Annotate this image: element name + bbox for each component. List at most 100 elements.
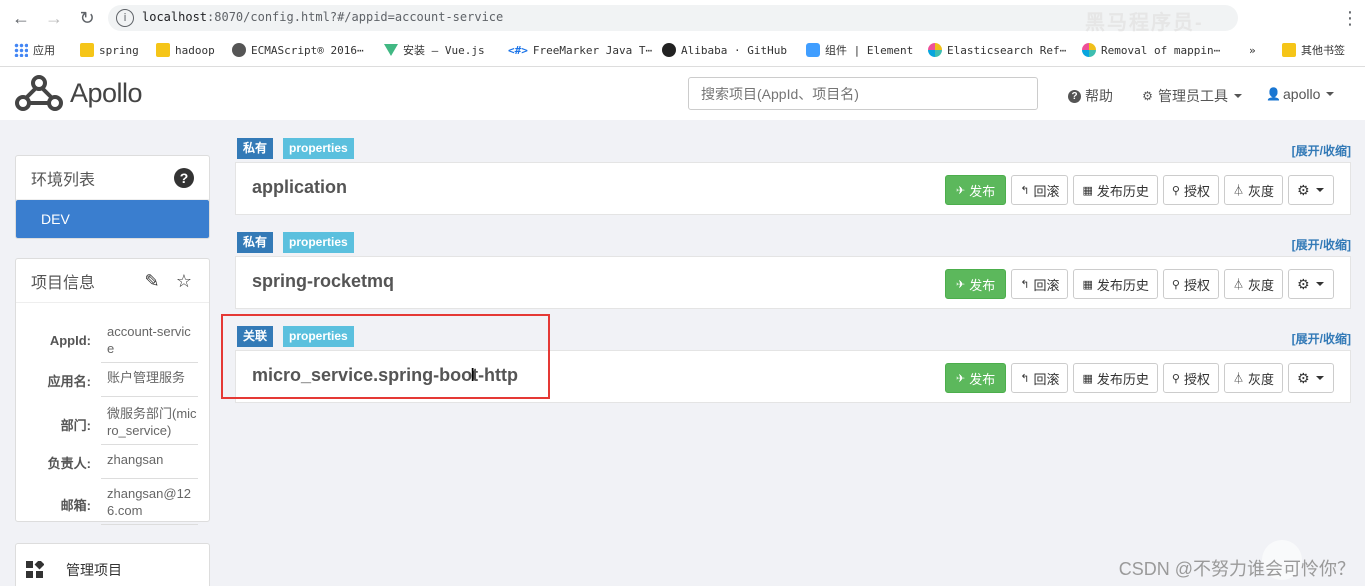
rollback-button[interactable]: ↰ 回滚 (1011, 175, 1069, 205)
gear-icon: ⚙ (1297, 369, 1310, 386)
calendar-icon: ▦ (1082, 184, 1093, 197)
app-header: Apollo ? 帮助 ⚙ 管理员工具 👤 apollo (0, 67, 1365, 120)
logo-text: Apollo (70, 77, 143, 108)
namespace-actions: ✈ 发布 ↰ 回滚 ▦ 发布历史 ⚲ 授权 ⏃ 灰度 ⚙ (945, 269, 1334, 299)
bookmark-spring[interactable]: spring (80, 42, 139, 58)
bookmark-freemarker[interactable]: <#> FreeMarker Java T⋯ (508, 42, 652, 58)
manage-project-label: 管理项目 (66, 562, 122, 578)
apps-icon (26, 561, 44, 578)
search-input[interactable] (688, 77, 1038, 110)
authorize-button[interactable]: ⚲ 授权 (1162, 269, 1219, 299)
bookmark-element[interactable]: 组件 | Element (806, 42, 913, 58)
project-info-panel: 项目信息 ✎ ☆ AppId: account-service 应用名: 账户管… (15, 258, 210, 525)
history-button[interactable]: ▦ 发布历史 (1073, 269, 1158, 299)
send-icon: ✈ (956, 184, 966, 197)
user-dropdown[interactable]: 👤 apollo (1266, 86, 1335, 102)
top-watermark: 黑马程序员- (1085, 12, 1204, 34)
apollo-logo-icon (15, 75, 63, 111)
highlight-box (221, 314, 550, 399)
settings-dropdown[interactable]: ⚙ (1288, 269, 1334, 299)
history-button[interactable]: ▦ 发布历史 (1073, 363, 1158, 393)
rollback-button[interactable]: ↰ 回滚 (1011, 269, 1069, 299)
env-list-title: 环境列表 ? (16, 156, 209, 200)
caret-down-icon (1315, 188, 1324, 192)
bookmark-hadoop[interactable]: hadoop (156, 42, 215, 58)
expand-collapse-link[interactable]: [展开/收缩] (1292, 330, 1351, 347)
flask-icon: ⏃ (1232, 279, 1244, 291)
publish-button[interactable]: ✈ 发布 (945, 175, 1007, 205)
bookmark-elasticsearch[interactable]: Elasticsearch Ref⋯ (928, 42, 1066, 58)
user-icon: ⚲ (1171, 372, 1180, 385)
authorize-button[interactable]: ⚲ 授权 (1162, 175, 1219, 205)
namespace-panel: 私有 properties [展开/收缩] application ✈ 发布 ↰ 回… (235, 138, 1351, 216)
send-icon: ✈ (956, 372, 966, 385)
namespace-name: application (252, 177, 348, 197)
url-text[interactable]: localhost:8070/config.html?#/appid=accou… (142, 10, 503, 24)
star-icon[interactable]: ☆ (174, 271, 194, 291)
forward-icon[interactable]: → (42, 6, 66, 30)
namespace-name: spring-rocketmq (252, 271, 395, 291)
github-icon (662, 43, 676, 57)
rollback-icon: ↰ (1020, 184, 1030, 197)
admin-tools-dropdown[interactable]: ⚙ 管理员工具 (1141, 86, 1242, 106)
project-info-title: 项目信息 ✎ ☆ (16, 259, 209, 303)
namespace-panel: 私有 properties [展开/收缩] spring-rocketmq ✈ 发… (235, 232, 1351, 310)
history-button[interactable]: ▦ 发布历史 (1073, 175, 1158, 205)
calendar-icon: ▦ (1082, 278, 1093, 291)
edit-icon[interactable]: ✎ (142, 271, 162, 291)
bookmark-overflow[interactable]: » (1249, 42, 1256, 58)
bookmark-github[interactable]: Alibaba · GitHub (662, 42, 787, 58)
elasticsearch-icon (1082, 43, 1096, 57)
user-icon: 👤 (1266, 86, 1281, 101)
caret-down-icon (1234, 94, 1242, 98)
bookmark-removal[interactable]: Removal of mappin⋯ (1082, 42, 1220, 58)
authorize-button[interactable]: ⚲ 授权 (1162, 363, 1219, 393)
caret-down-icon (1326, 92, 1335, 96)
grid-icon (14, 43, 28, 57)
expand-collapse-link[interactable]: [展开/收缩] (1292, 236, 1351, 253)
gray-button[interactable]: ⏃ 灰度 (1223, 269, 1283, 299)
publish-button[interactable]: ✈ 发布 (945, 363, 1007, 393)
rollback-icon: ↰ (1020, 372, 1030, 385)
help-link[interactable]: ? 帮助 (1068, 86, 1113, 106)
info-row-dept: 部门: 微服务部门(micro_service) (16, 403, 209, 445)
gray-button[interactable]: ⏃ 灰度 (1223, 363, 1283, 393)
bookmark-vue[interactable]: 安装 — Vue.js (384, 42, 485, 58)
browser-chrome: ← → ↻ i localhost:8070/config.html?#/app… (0, 0, 1365, 67)
info-row-email: 邮箱: zhangsan@126.com (16, 483, 209, 525)
format-tag: properties (283, 138, 354, 159)
user-icon: ⚲ (1171, 278, 1180, 291)
gear-icon: ⚙ (1297, 275, 1310, 292)
globe-icon (232, 43, 246, 57)
scope-tag: 私有 (237, 232, 274, 253)
csdn-watermark: CSDN @不努力谁会可怜你？ (1118, 559, 1355, 579)
info-row-owner: 负责人: zhangsan (16, 449, 209, 479)
bookmark-apps[interactable]: 应用 (14, 42, 55, 58)
namespace-body: spring-rocketmq ✈ 发布 ↰ 回滚 ▦ 发布历史 ⚲ 授权 ⏃ 灰度 ⚙ (235, 256, 1351, 309)
question-icon[interactable]: ? (174, 168, 194, 188)
caret-down-icon (1315, 376, 1324, 380)
bookmark-ecmascript[interactable]: ECMAScript® 2016⋯ (232, 42, 364, 58)
site-info-icon[interactable]: i (116, 9, 134, 27)
bookmark-other[interactable]: 其他书签 (1282, 42, 1345, 58)
publish-button[interactable]: ✈ 发布 (945, 269, 1007, 299)
apollo-logo[interactable]: Apollo (14, 71, 143, 115)
calendar-icon: ▦ (1082, 372, 1093, 385)
gray-button[interactable]: ⏃ 灰度 (1223, 175, 1283, 205)
rollback-button[interactable]: ↰ 回滚 (1011, 363, 1069, 393)
expand-collapse-link[interactable]: [展开/收缩] (1292, 142, 1351, 159)
settings-dropdown[interactable]: ⚙ (1288, 175, 1334, 205)
settings-dropdown[interactable]: ⚙ (1288, 363, 1334, 393)
bookmarks-bar: 应用 spring hadoop ECMAScript® 2016⋯ 安装 — … (0, 36, 1365, 64)
text-cursor-icon: I (470, 365, 476, 386)
flask-icon: ⏃ (1232, 373, 1244, 385)
reload-icon[interactable]: ↻ (75, 6, 99, 30)
elasticsearch-icon (928, 43, 942, 57)
manage-project-panel[interactable]: 管理项目 (15, 543, 210, 586)
folder-icon (1282, 43, 1296, 57)
namespace-body: application ✈ 发布 ↰ 回滚 ▦ 发布历史 ⚲ 授权 ⏃ 灰度 ⚙ (235, 162, 1351, 215)
back-icon[interactable]: ← (9, 6, 33, 30)
address-bar[interactable]: i localhost:8070/config.html?#/appid=acc… (108, 5, 1238, 31)
env-item-dev[interactable]: DEV (16, 200, 209, 238)
browser-menu-icon[interactable]: ⋮ (1340, 6, 1360, 30)
